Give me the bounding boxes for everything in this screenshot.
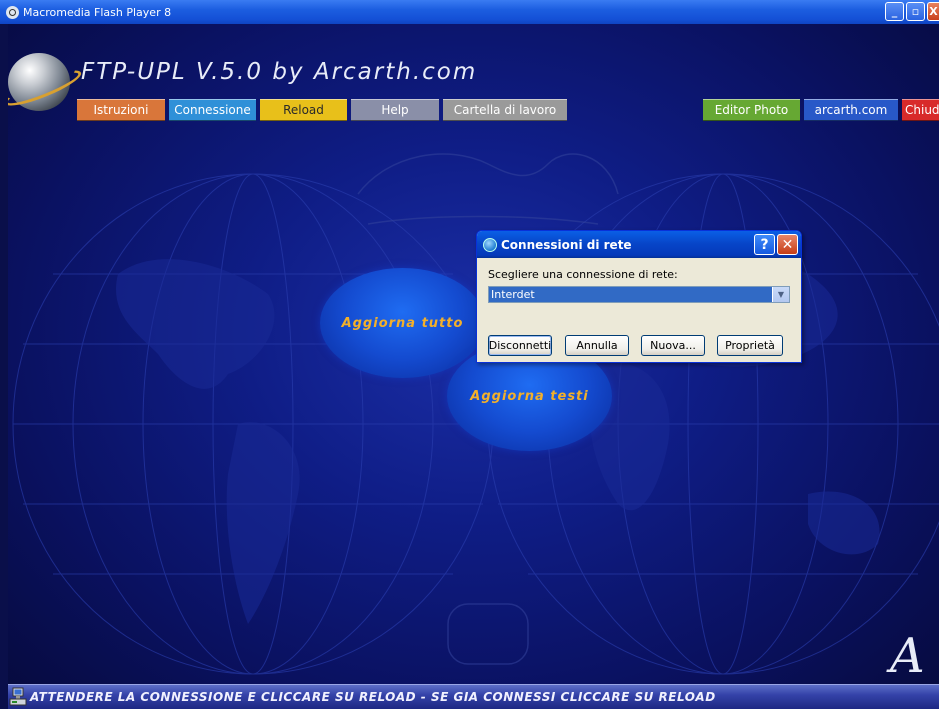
nav-connessione-button[interactable]: Connessione	[169, 99, 256, 121]
network-connections-dialog: Connessioni di rete ? ✕ Scegliere una co…	[476, 230, 802, 363]
flash-app-canvas: FTP-UPL V.5.0 by Arcarth.com Istruzioni …	[8, 24, 939, 709]
app-title: FTP-UPL V.5.0 by Arcarth.com	[81, 59, 478, 85]
close-button[interactable]: X	[927, 2, 939, 21]
dialog-help-button[interactable]: ?	[754, 234, 775, 255]
status-message: ATTENDERE LA CONNESSIONE E CLICCARE SU R…	[30, 690, 716, 704]
new-connection-button[interactable]: Nuova...	[641, 335, 705, 356]
flash-player-window: Macromedia Flash Player 8 _ ▫ X FTP-UPL …	[0, 0, 939, 709]
cancel-button[interactable]: Annulla	[565, 335, 629, 356]
arcarth-signature-logo: A	[890, 628, 925, 684]
maximize-button[interactable]: ▫	[906, 2, 925, 21]
network-globe-icon	[483, 237, 497, 252]
connection-select-value: Interdet	[491, 288, 535, 301]
nav-istruzioni-button[interactable]: Istruzioni	[77, 99, 165, 121]
dialog-close-button[interactable]: ✕	[777, 234, 798, 255]
nav-help-button[interactable]: Help	[351, 99, 439, 121]
nav-chiudi-button[interactable]: Chiud	[902, 99, 939, 121]
dialog-title-bar[interactable]: Connessioni di rete ? ✕	[477, 231, 801, 258]
nav-reload-button[interactable]: Reload	[260, 99, 347, 121]
nav-arcarth-link-button[interactable]: arcarth.com	[804, 99, 898, 121]
connection-select[interactable]: Interdet ▼	[488, 286, 790, 303]
nav-editor-photo-button[interactable]: Editor Photo	[703, 99, 800, 121]
dialog-body: Scegliere una connessione di rete: Inter…	[477, 258, 801, 313]
flash-player-icon	[6, 5, 19, 19]
disconnect-button[interactable]: Disconnetti	[488, 335, 552, 356]
window-title: Macromedia Flash Player 8	[23, 5, 172, 19]
window-title-bar[interactable]: Macromedia Flash Player 8 _ ▫ X	[0, 0, 939, 24]
connection-prompt-label: Scegliere una connessione di rete:	[488, 268, 678, 281]
nav-cartella-di-lavoro-button[interactable]: Cartella di lavoro	[443, 99, 567, 121]
status-bar: ATTENDERE LA CONNESSIONE E CLICCARE SU R…	[8, 684, 939, 709]
properties-button[interactable]: Proprietà	[717, 335, 783, 356]
computer-network-icon	[9, 687, 27, 706]
dialog-title: Connessioni di rete	[501, 237, 632, 252]
minimize-button[interactable]: _	[885, 2, 904, 21]
arcarth-logo-orb	[8, 53, 70, 111]
chevron-down-icon[interactable]: ▼	[772, 287, 789, 302]
aggiorna-tutto-button[interactable]: Aggiorna tutto	[320, 268, 485, 378]
